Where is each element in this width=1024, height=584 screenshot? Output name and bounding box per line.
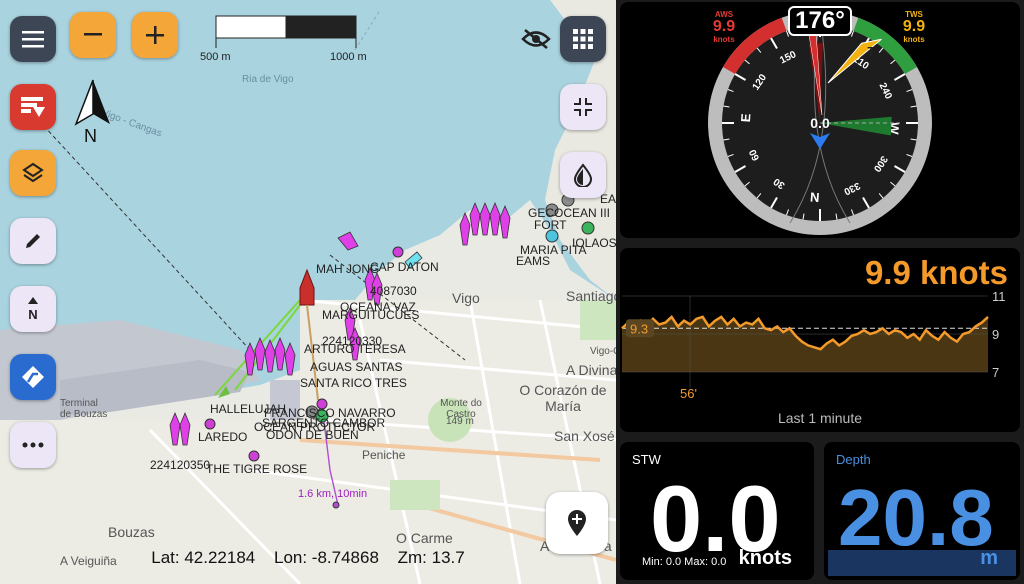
compass-label: N — [810, 190, 820, 206]
stw-panel[interactable]: STW 0.0 Min: 0.0 Max: 0.0 knots — [620, 442, 814, 580]
y-tick-label: 9 — [992, 327, 999, 342]
tws-readout: TWS 9.9 knots — [894, 10, 934, 44]
plus-icon — [146, 26, 164, 44]
water-drop-icon — [573, 163, 593, 187]
average-label: 9.3 — [630, 321, 648, 336]
svg-text:N: N — [28, 307, 37, 322]
time-label: 56' — [680, 386, 697, 401]
eye-off-icon — [521, 29, 551, 49]
ais-label-mmsi-2: 4087030 — [370, 284, 417, 298]
map-label-peniche: Peniche — [362, 448, 406, 462]
navigation-button[interactable] — [10, 354, 56, 400]
stw-min-max: Min: 0.0 Max: 0.0 — [642, 556, 727, 568]
scale-label-500: 500 m — [200, 51, 231, 63]
ais-label-santa-rico-tres: SANTA RICO TRES — [300, 376, 407, 390]
more-button[interactable] — [10, 422, 56, 468]
route-distance-label: 1.6 km, 10min — [298, 488, 368, 500]
ais-label-marguitucues: MARGUITUCUES — [322, 308, 420, 322]
depth-unit: m — [980, 547, 998, 569]
navigation-icon — [22, 366, 44, 388]
grid-icon — [573, 29, 593, 49]
aws-value: 9.9 — [712, 18, 736, 35]
scale-bar: 500 m 1000 m — [200, 14, 374, 66]
layers-chart-button[interactable] — [10, 84, 56, 130]
ais-label-fort: FORT — [534, 218, 567, 232]
map-label-santiago: Santiago — [566, 288, 616, 304]
ais-label-the-tigre-rose: THE TIGRE ROSE — [206, 462, 308, 476]
map-label-vigo-guixar: Vigo-Guixar — [590, 346, 616, 357]
zoom-in-button[interactable] — [132, 12, 178, 58]
wind-compass-dial: N3060E120150 210240W300330T0.0 — [708, 11, 932, 235]
collapse-icon — [574, 98, 592, 116]
map-label-ria-de-vigo: Ria de Vigo — [242, 74, 294, 85]
collapse-view-button[interactable] — [560, 84, 606, 130]
speed-graph-caption: Last 1 minute — [777, 410, 863, 426]
map-label-san-xose: San Xosé — [554, 428, 615, 444]
menu-icon — [22, 31, 44, 48]
north-label: N — [84, 126, 97, 146]
add-waypoint-button[interactable] — [546, 492, 608, 554]
aws-unit: knots — [713, 35, 735, 44]
dashboard-grid-button[interactable] — [560, 16, 606, 62]
stw-title: STW — [632, 452, 661, 467]
north-up-icon: N — [28, 297, 38, 322]
ais-label-aguas-santas: AGUAS SANTAS — [310, 360, 403, 374]
coordinates-readout: Lat: 42.22184 Lon: -8.74868 Zm: 13.7 — [0, 548, 616, 568]
map-label-vigo: Vigo — [452, 290, 480, 306]
edit-button[interactable] — [10, 218, 56, 264]
ais-label-mmsi-3: 224120330 — [322, 334, 383, 348]
y-tick-label: 7 — [992, 365, 999, 380]
ais-label-eams: EAMS — [516, 254, 551, 268]
chart-layers-icon — [21, 97, 45, 117]
pencil-icon — [26, 234, 40, 248]
minus-icon — [84, 33, 102, 36]
aws-readout: AWS 9.9 knots — [704, 10, 744, 44]
layers-icon — [22, 162, 44, 183]
zoom-readout: Zm: 13.7 — [397, 548, 465, 567]
stw-unit: knots — [738, 547, 792, 569]
menu-button[interactable] — [10, 16, 56, 62]
map-label-bouzas: Bouzas — [108, 524, 155, 540]
heading-readout: 176° — [788, 6, 852, 36]
contrast-button[interactable] — [560, 152, 606, 198]
app-root: Ria de Vigo Vigo - Cangas Vigo Terminal … — [0, 0, 1024, 584]
wind-panel[interactable]: N 30 60 E 120 150 210 240 W 300 330 T 0.0 176° AWS 9… — [620, 2, 1020, 238]
speed-over-ground-value: 9.9 knots — [864, 254, 1008, 291]
tws-value: 9.9 — [902, 18, 926, 35]
more-icon — [22, 442, 44, 448]
map-label-terminal-bouzas: Terminal de Bouzas — [60, 398, 108, 420]
map-label-castro-elevation: 149 m — [446, 416, 474, 427]
depth-value: 20.8 — [838, 473, 994, 562]
speed-graph-panel[interactable]: 11 9 7 9.3 56' 9.9 knots Last 1 minute — [620, 248, 1020, 432]
ais-label-cap-daton: CAP DATON — [370, 260, 439, 274]
depth-panel[interactable]: Depth 20.8 m — [824, 442, 1020, 580]
scale-label-1000: 1000 m — [330, 51, 367, 63]
compass-label: E — [738, 113, 754, 123]
depth-title: Depth — [836, 452, 871, 467]
ais-label-odon-de-buen: ODON DE BUEN — [266, 428, 359, 442]
tws-unit: knots — [903, 35, 925, 44]
chart-map[interactable]: Ria de Vigo Vigo - Cangas Vigo Terminal … — [0, 0, 616, 584]
hide-overlay-button[interactable] — [520, 24, 552, 54]
north-up-button[interactable]: N — [10, 286, 56, 332]
tws-marker-label: T — [868, 44, 876, 58]
zoom-out-button[interactable] — [70, 12, 116, 58]
longitude-readout: Lon: -8.74868 — [273, 548, 379, 567]
center-speed-value: 0.0 — [810, 115, 830, 131]
ais-label-laredo: LAREDO — [198, 430, 248, 444]
latitude-readout: Lat: 42.22184 — [151, 548, 256, 567]
map-label-o-corazon: O Corazón de María — [519, 382, 607, 414]
ais-label-mmsi-1: 224120350 — [150, 458, 211, 472]
add-location-icon — [568, 510, 586, 536]
map-label-o-carme: O Carme — [396, 530, 453, 546]
map-label-a-divina: A Divina — [566, 362, 616, 378]
map-layers-button[interactable] — [10, 150, 56, 196]
